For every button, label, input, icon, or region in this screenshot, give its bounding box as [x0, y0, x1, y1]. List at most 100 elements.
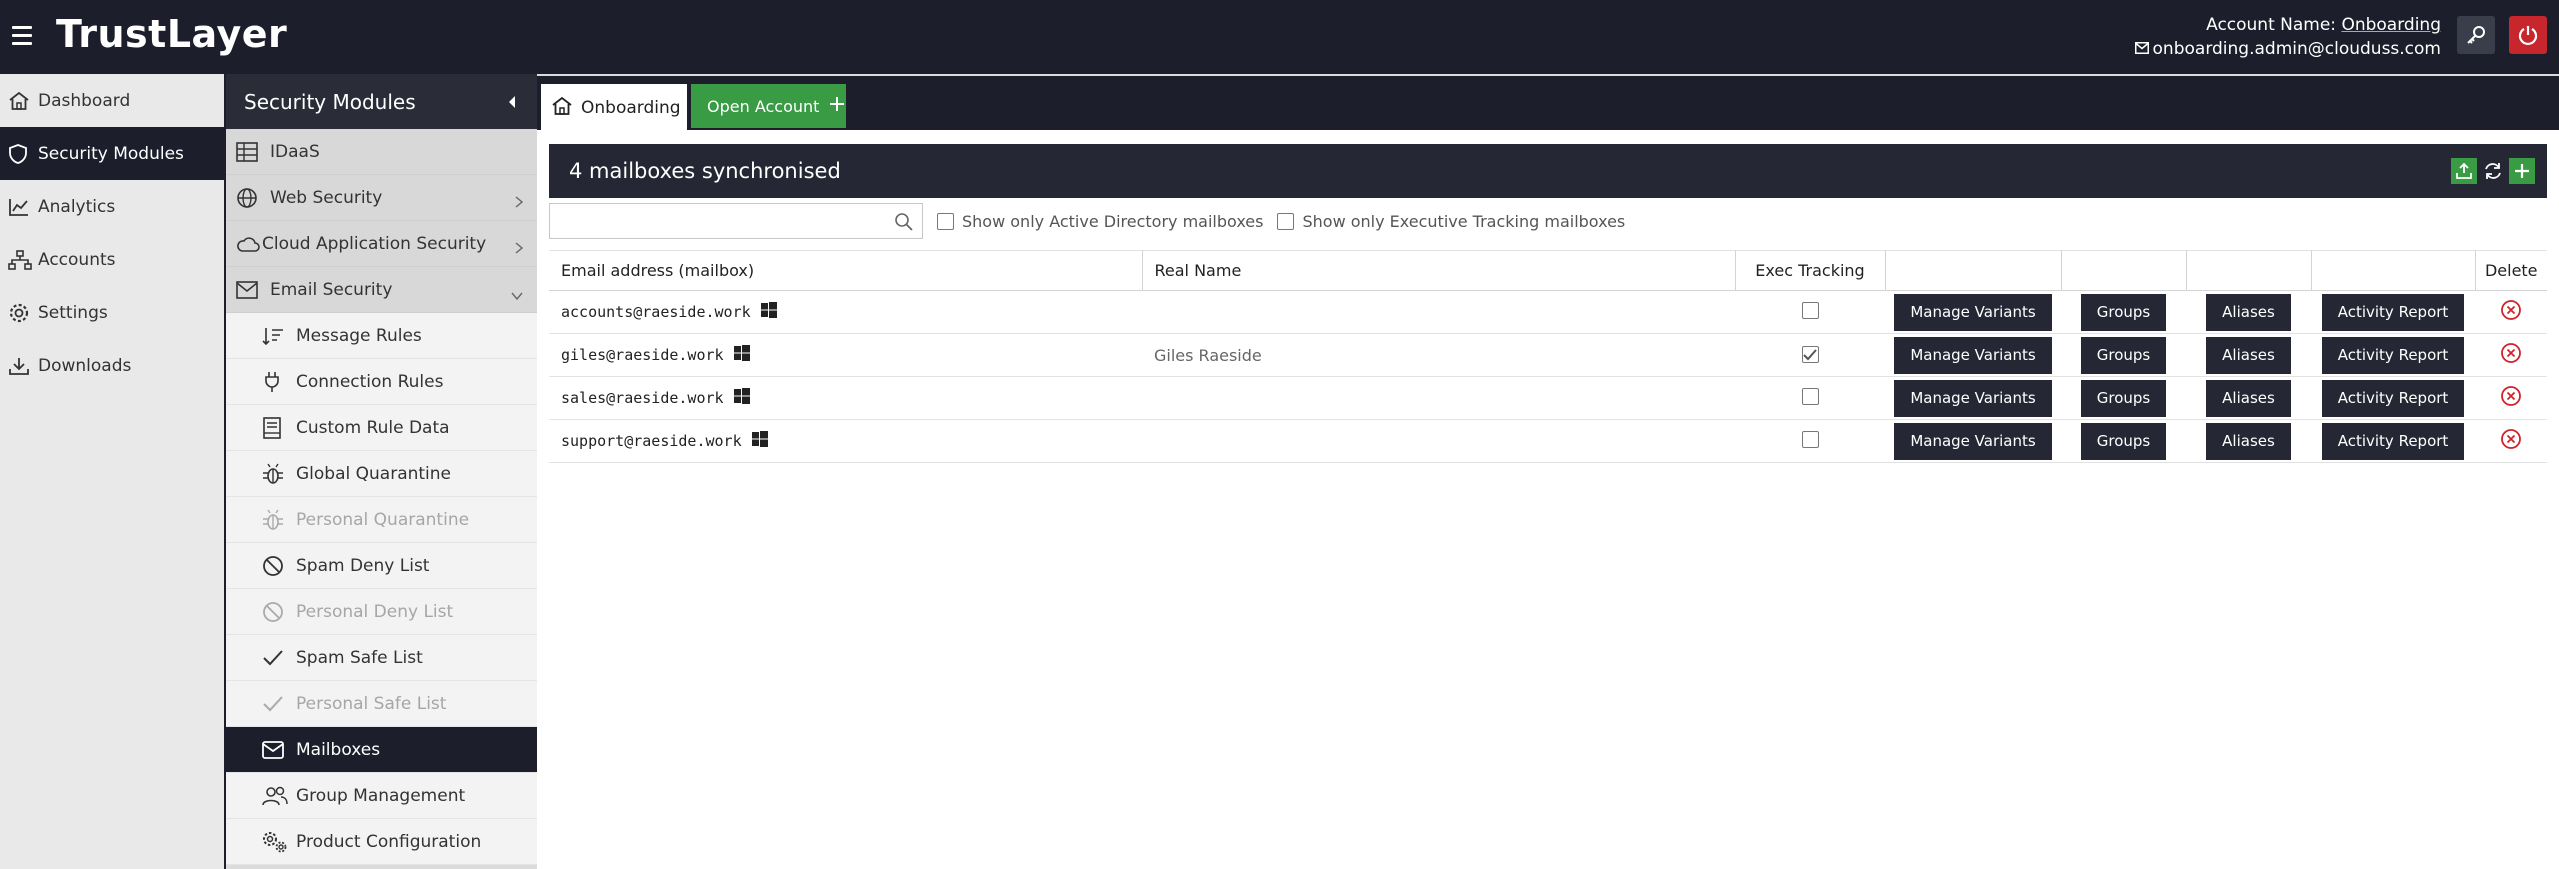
sub-item-spam-safe-list[interactable]: Spam Safe List: [226, 635, 537, 681]
account-name-link[interactable]: Onboarding: [2341, 15, 2441, 35]
grid-icon: [236, 141, 270, 162]
header-actions: [2451, 158, 2535, 184]
exec-tracking-checkbox[interactable]: [1801, 387, 1819, 405]
network-icon: [8, 248, 38, 272]
nav-item-downloads[interactable]: Downloads: [0, 339, 224, 392]
refresh-button[interactable]: [2480, 158, 2506, 184]
export-button[interactable]: [2451, 158, 2477, 184]
column-real-name[interactable]: Real Name: [1142, 250, 1736, 291]
key-icon: [2467, 26, 2485, 44]
exec-tracking-checkbox[interactable]: [1801, 430, 1819, 448]
sub-item-product-configuration[interactable]: Product Configuration: [226, 819, 537, 865]
activity-report-button[interactable]: Activity Report: [2321, 379, 2465, 417]
sub-item-spam-deny-list[interactable]: Spam Deny List: [226, 543, 537, 589]
main-content: Onboarding Open Account 4 mailboxes sync…: [537, 74, 2559, 869]
groups-button[interactable]: Groups: [2080, 379, 2167, 417]
account-email: onboarding.admin@clouduss.com: [2152, 39, 2441, 59]
table-row: sales@raeside.work Manage Variants Group…: [549, 376, 2547, 420]
add-mailbox-button[interactable]: [2509, 158, 2535, 184]
check-icon: [262, 649, 296, 667]
key-button[interactable]: [2457, 16, 2495, 54]
module-idaas[interactable]: IDaaS: [226, 129, 537, 175]
nav-item-accounts[interactable]: Accounts: [0, 233, 224, 286]
delete-circle-icon[interactable]: [2500, 385, 2522, 407]
search-input[interactable]: [550, 204, 922, 238]
sub-item-mailboxes[interactable]: Mailboxes: [226, 727, 537, 773]
aliases-button[interactable]: Aliases: [2206, 379, 2291, 417]
open-account-button[interactable]: Open Account: [691, 84, 846, 128]
sub-item-global-quarantine[interactable]: Global Quarantine: [226, 451, 537, 497]
activity-report-button[interactable]: Activity Report: [2321, 336, 2465, 374]
delete-circle-icon[interactable]: [2500, 342, 2522, 364]
manage-variants-button[interactable]: Manage Variants: [1894, 379, 2052, 417]
sort-icon: [262, 326, 296, 346]
security-modules-panel: Security Modules IDaaS Web Security Clou…: [224, 74, 537, 869]
home-icon: [551, 96, 573, 121]
manage-variants-button[interactable]: Manage Variants: [1894, 336, 2052, 374]
sub-item-connection-rules[interactable]: Connection Rules: [226, 359, 537, 405]
nav-item-security-modules[interactable]: Security Modules: [0, 127, 224, 180]
cloud-icon: [236, 235, 262, 253]
column-variants: [1885, 250, 2062, 291]
filter-active-directory[interactable]: Show only Active Directory mailboxes: [937, 212, 1263, 231]
caret-down-icon: [511, 285, 523, 305]
modules-panel-title: Security Modules: [244, 89, 416, 114]
sub-item-group-management[interactable]: Group Management: [226, 773, 537, 819]
column-groups: [2061, 250, 2187, 291]
mailboxes-title: 4 mailboxes synchronised: [569, 159, 841, 183]
hamburger-menu-icon[interactable]: [12, 20, 38, 50]
power-button[interactable]: [2509, 16, 2547, 54]
bug-icon: [262, 509, 296, 531]
exec-tracking-checkbox[interactable]: [1801, 301, 1819, 319]
caret-right-icon: [515, 193, 524, 213]
windows-icon: [733, 345, 750, 365]
groups-button[interactable]: Groups: [2080, 293, 2167, 331]
aliases-button[interactable]: Aliases: [2206, 293, 2291, 331]
mailbox-real-name: [1142, 376, 1735, 420]
nav-item-analytics[interactable]: Analytics: [0, 180, 224, 233]
module-web-security[interactable]: Web Security: [226, 175, 537, 221]
sub-item-custom-rule-data[interactable]: Custom Rule Data: [226, 405, 537, 451]
nav-item-dashboard[interactable]: Dashboard: [0, 74, 224, 127]
filter-executive-tracking[interactable]: Show only Executive Tracking mailboxes: [1277, 212, 1625, 231]
ban-icon: [262, 555, 296, 577]
caret-right-icon: [515, 239, 524, 259]
column-exec-tracking[interactable]: Exec Tracking: [1735, 250, 1886, 291]
delete-circle-icon[interactable]: [2500, 299, 2522, 321]
mailbox-real-name: [1142, 290, 1735, 334]
activity-report-button[interactable]: Activity Report: [2321, 422, 2465, 460]
groups-button[interactable]: Groups: [2080, 336, 2167, 374]
tab-strip: Onboarding Open Account: [537, 74, 2559, 132]
nav-item-settings[interactable]: Settings: [0, 286, 224, 339]
tab-onboarding[interactable]: Onboarding: [541, 84, 687, 132]
delete-circle-icon[interactable]: [2500, 428, 2522, 450]
search-icon[interactable]: [894, 212, 914, 236]
account-name-label: Account Name:: [2206, 15, 2337, 35]
active-directory-checkbox[interactable]: [937, 212, 954, 230]
manage-variants-button[interactable]: Manage Variants: [1894, 422, 2052, 460]
home-icon: [8, 89, 38, 113]
download-icon: [8, 354, 38, 378]
bug-icon: [262, 463, 296, 485]
manage-variants-button[interactable]: Manage Variants: [1894, 293, 2052, 331]
windows-icon: [760, 302, 777, 322]
aliases-button[interactable]: Aliases: [2206, 422, 2291, 460]
groups-button[interactable]: Groups: [2080, 422, 2167, 460]
windows-icon: [751, 431, 768, 451]
module-cloud-application-security[interactable]: Cloud Application Security: [226, 221, 537, 267]
mailbox-email: sales@raeside.work: [561, 389, 724, 407]
column-email[interactable]: Email address (mailbox): [549, 250, 1143, 291]
aliases-button[interactable]: Aliases: [2206, 336, 2291, 374]
sub-item-message-rules[interactable]: Message Rules: [226, 313, 537, 359]
plus-icon: [829, 96, 845, 116]
collapse-panel-icon[interactable]: [507, 90, 517, 114]
envelope-icon: [236, 280, 270, 299]
mailbox-email: giles@raeside.work: [561, 346, 724, 364]
executive-tracking-checkbox[interactable]: [1277, 212, 1295, 230]
exec-tracking-checkbox[interactable]: [1801, 346, 1819, 363]
activity-report-button[interactable]: Activity Report: [2321, 293, 2465, 331]
table-header-row: Email address (mailbox) Real Name Exec T…: [549, 250, 2547, 291]
envelope-icon: [2134, 38, 2149, 60]
check-icon: [262, 695, 296, 713]
module-email-security[interactable]: Email Security: [226, 267, 537, 313]
